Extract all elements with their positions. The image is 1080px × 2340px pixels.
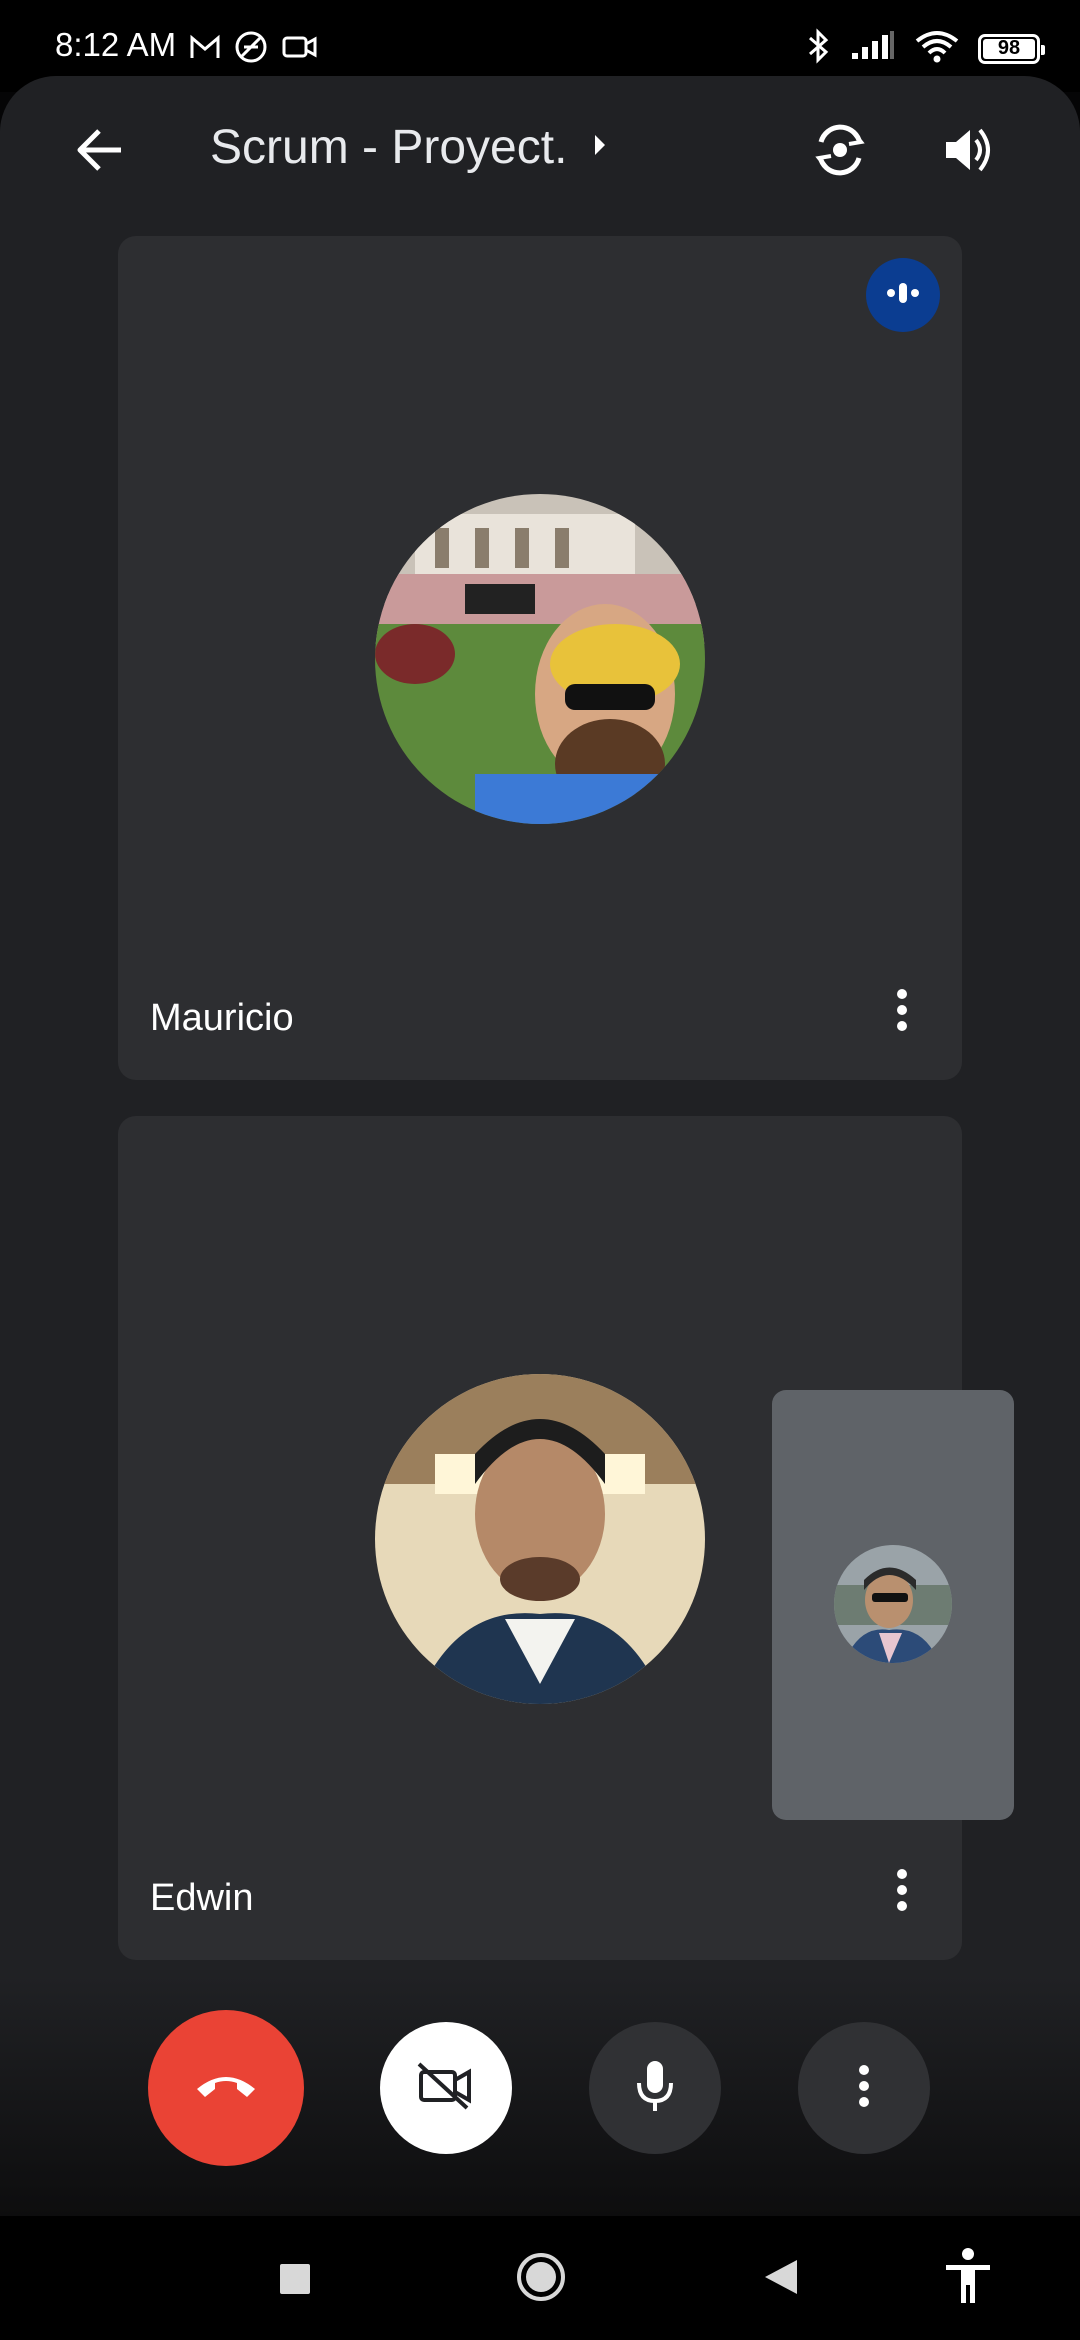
system-nav-bar [0, 2216, 1080, 2340]
mic-icon [635, 2059, 675, 2118]
accessibility-icon [944, 2247, 992, 2310]
camera-toggle-button[interactable] [380, 2022, 512, 2154]
switch-camera-icon [809, 122, 871, 183]
screen: 8:12 AM 98 Scrum - Proyect. Mauricio Edw… [0, 0, 1080, 2340]
back-button[interactable] [58, 114, 142, 190]
avatar [375, 494, 705, 824]
meeting-title: Scrum - Proyect. [210, 121, 568, 174]
bluetooth-icon [804, 28, 832, 69]
avatar [375, 1374, 705, 1704]
participant-options-button[interactable] [882, 982, 922, 1042]
participant-tile-mauricio[interactable]: Mauricio [118, 236, 962, 1080]
video-camera-icon [282, 33, 318, 66]
self-view[interactable] [772, 1390, 1014, 1820]
dnd-off-icon [234, 30, 268, 69]
participant-name: Edwin [150, 1877, 254, 1919]
gmail-icon [190, 34, 220, 65]
square-icon [278, 2262, 312, 2301]
signal-icon [850, 31, 896, 66]
meeting-title-button[interactable]: Scrum - Proyect. [210, 120, 607, 175]
wifi-icon [914, 29, 960, 68]
more-vert-icon [896, 988, 908, 1037]
speaker-button[interactable] [930, 114, 1010, 190]
more-options-button[interactable] [798, 2022, 930, 2154]
call-end-icon [193, 2071, 259, 2106]
triangle-back-icon [763, 2258, 799, 2301]
call-controls [0, 2010, 1080, 2170]
participant-name: Mauricio [150, 997, 294, 1039]
more-vert-icon [858, 2064, 870, 2113]
nav-back-button[interactable] [756, 2254, 806, 2304]
arrow-back-icon [75, 127, 125, 178]
status-time: 8:12 AM [55, 26, 177, 63]
recents-button[interactable] [270, 2256, 320, 2306]
home-circle-icon [515, 2251, 567, 2308]
accessibility-button[interactable] [940, 2246, 996, 2310]
microphone-toggle-button[interactable] [589, 2022, 721, 2154]
more-vert-icon [896, 1868, 908, 1917]
speaking-indicator [866, 258, 940, 332]
self-avatar [834, 1545, 952, 1663]
caret-right-icon [593, 133, 607, 162]
volume-up-icon [942, 124, 998, 181]
home-button[interactable] [510, 2248, 572, 2310]
battery-icon: 98 [978, 33, 1045, 64]
end-call-button[interactable] [148, 2010, 304, 2166]
participant-options-button[interactable] [882, 1862, 922, 1922]
top-bar: Scrum - Proyect. [0, 76, 1080, 226]
videocam-off-icon [415, 2060, 477, 2117]
switch-camera-button[interactable] [800, 114, 880, 190]
audio-level-icon [883, 281, 923, 310]
battery-level: 98 [997, 37, 1021, 59]
